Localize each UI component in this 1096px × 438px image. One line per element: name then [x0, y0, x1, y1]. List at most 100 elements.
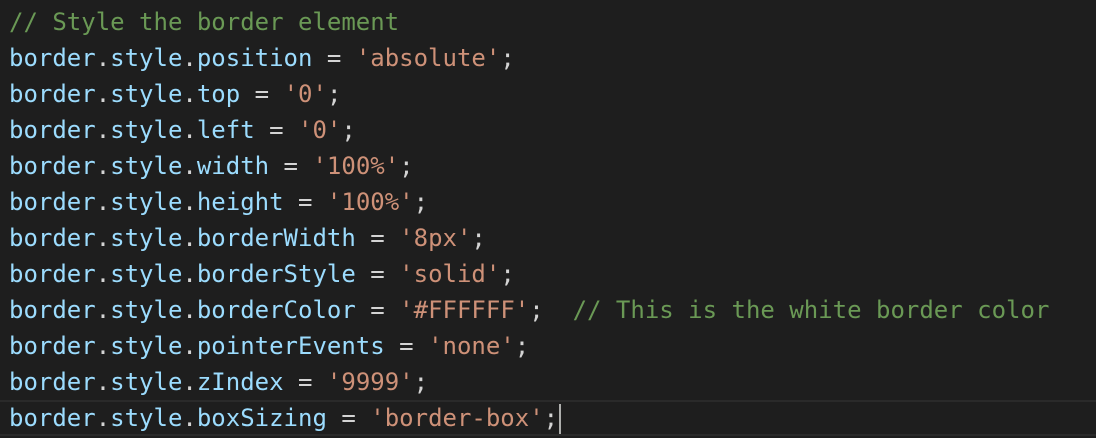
string-value: '100%' [326, 188, 414, 216]
property-name: borderStyle [196, 260, 356, 288]
semicolon: ; [326, 80, 342, 108]
object-name: border [9, 224, 96, 252]
string-value: 'border-box' [370, 404, 544, 432]
dot: . [95, 296, 111, 324]
dot: . [95, 152, 111, 180]
style-property: style [110, 152, 183, 180]
semicolon: ; [341, 116, 356, 144]
dot: . [95, 80, 111, 108]
code-line-position[interactable]: border.style.position = 'absolute'; [0, 40, 1096, 76]
object-name: border [9, 332, 96, 360]
code-line-z-index[interactable]: border.style.zIndex = '9999'; [0, 364, 1096, 400]
object-name: border [9, 296, 96, 324]
dot: . [182, 260, 197, 288]
object-name: border [9, 260, 96, 288]
dot: . [95, 188, 111, 216]
style-property: style [110, 404, 183, 432]
object-name: border [9, 44, 96, 72]
dot: . [182, 368, 197, 396]
dot: . [182, 188, 197, 216]
style-property: style [110, 44, 183, 72]
dot: . [182, 404, 197, 432]
assignment-operator: = [355, 296, 400, 324]
dot: . [182, 116, 197, 144]
style-property: style [110, 368, 183, 396]
style-property: style [110, 296, 183, 324]
string-value: '0' [283, 80, 327, 108]
property-name: top [196, 80, 241, 108]
property-name: boxSizing [196, 404, 327, 432]
code-line-box-sizing[interactable]: border.style.boxSizing = 'border-box'; [0, 400, 1096, 436]
code-line-height[interactable]: border.style.height = '100%'; [0, 184, 1096, 220]
dot: . [182, 44, 197, 72]
semicolon: ; [514, 332, 530, 360]
semicolon: ; [399, 152, 414, 180]
object-name: border [9, 188, 96, 216]
semicolon: ; [471, 224, 486, 252]
style-property: style [110, 80, 183, 108]
dot: . [95, 332, 111, 360]
code-line-width[interactable]: border.style.width = '100%'; [0, 148, 1096, 184]
dot: . [182, 332, 197, 360]
string-value: '8px' [399, 224, 472, 252]
dot: . [95, 224, 111, 252]
assignment-operator: = [254, 116, 299, 144]
style-property: style [110, 260, 183, 288]
semicolon: ; [413, 368, 429, 396]
dot: . [95, 404, 111, 432]
code-editor[interactable]: // Style the border element border.style… [0, 0, 1096, 438]
object-name: border [9, 80, 96, 108]
dot: . [95, 368, 111, 396]
assignment-operator: = [355, 260, 400, 288]
string-value: 'solid' [399, 260, 501, 288]
style-property: style [110, 188, 183, 216]
code-line-border-color[interactable]: border.style.borderColor = '#FFFFFF'; //… [0, 292, 1096, 328]
string-value: '9999' [326, 368, 414, 396]
assignment-operator: = [283, 188, 327, 216]
string-value: '100%' [312, 152, 400, 180]
style-property: style [110, 224, 183, 252]
dot: . [182, 224, 197, 252]
code-line-left[interactable]: border.style.left = '0'; [0, 112, 1096, 148]
property-name: pointerEvents [196, 332, 385, 360]
semicolon: ; [529, 296, 544, 324]
dot: . [182, 152, 197, 180]
assignment-operator: = [326, 404, 371, 432]
object-name: border [9, 116, 96, 144]
semicolon: ; [500, 260, 515, 288]
semicolon: ; [413, 188, 429, 216]
dot: . [182, 296, 197, 324]
dot: . [95, 116, 111, 144]
trailing-comment: // This is the white border color [543, 296, 1050, 324]
string-value: 'absolute' [355, 44, 501, 72]
object-name: border [9, 404, 96, 432]
dot: . [95, 44, 111, 72]
dot: . [182, 80, 197, 108]
semicolon: ; [500, 44, 515, 72]
code-line-top[interactable]: border.style.top = '0'; [0, 76, 1096, 112]
object-name: border [9, 152, 96, 180]
code-line-border-width[interactable]: border.style.borderWidth = '8px'; [0, 220, 1096, 256]
property-name: left [196, 116, 255, 144]
assignment-operator: = [312, 44, 356, 72]
property-name: height [196, 188, 284, 216]
assignment-operator: = [355, 224, 400, 252]
assignment-operator: = [240, 80, 284, 108]
code-line-comment[interactable]: // Style the border element [0, 4, 1096, 40]
dot: . [95, 260, 111, 288]
assignment-operator: = [269, 152, 313, 180]
comment-text: // Style the border element [9, 8, 400, 36]
object-name: border [9, 368, 96, 396]
style-property: style [110, 332, 183, 360]
property-name: borderColor [196, 296, 356, 324]
string-value: 'none' [428, 332, 515, 360]
property-name: width [196, 152, 270, 180]
semicolon: ; [543, 404, 559, 432]
assignment-operator: = [283, 368, 327, 396]
string-value: '#FFFFFF' [399, 296, 530, 324]
style-property: style [110, 116, 183, 144]
code-line-border-style[interactable]: border.style.borderStyle = 'solid'; [0, 256, 1096, 292]
code-line-pointer-events[interactable]: border.style.pointerEvents = 'none'; [0, 328, 1096, 364]
string-value: '0' [298, 116, 342, 144]
property-name: position [196, 44, 313, 72]
